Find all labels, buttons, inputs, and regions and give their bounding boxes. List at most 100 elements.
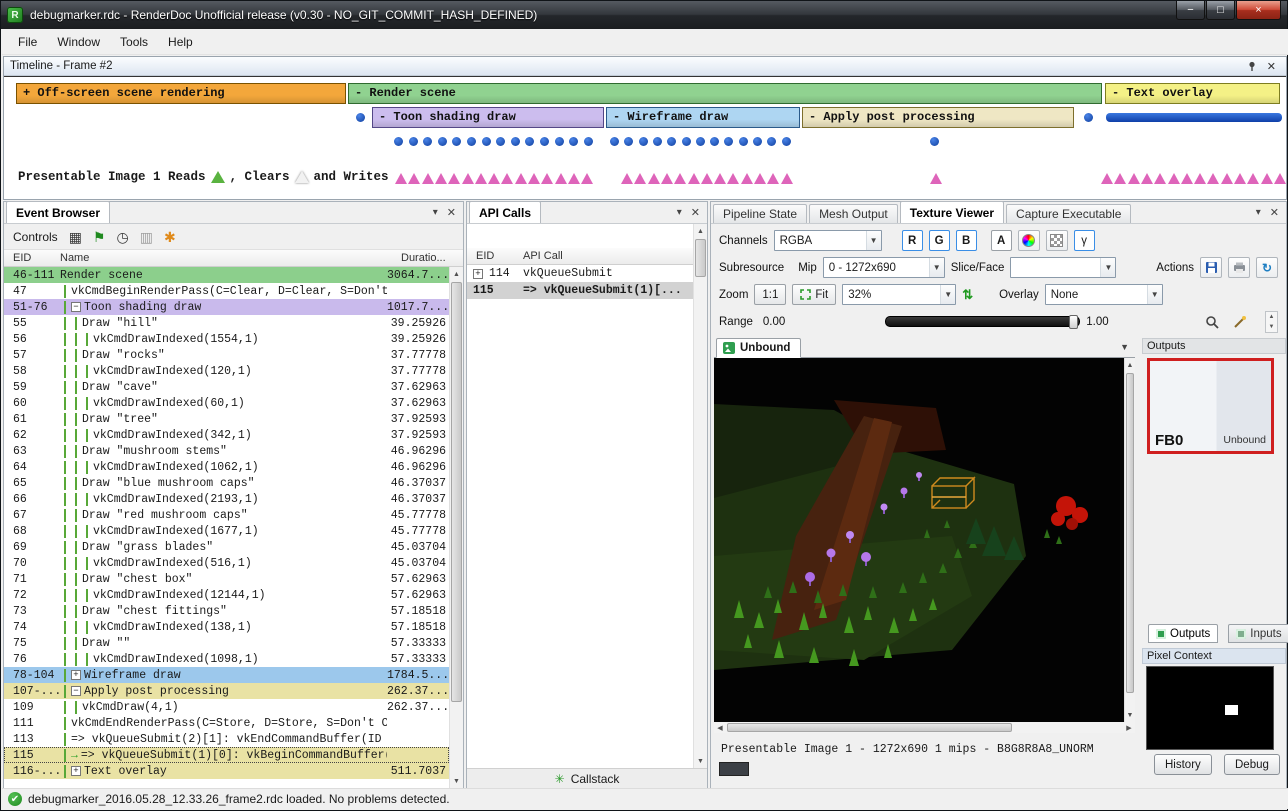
timeline-panel-header[interactable]: Timeline - Frame #2 ✕	[4, 57, 1286, 76]
event-row[interactable]: 67Draw "red mushroom caps"45.77778	[4, 507, 449, 523]
scrollbar-thumb[interactable]	[695, 239, 706, 277]
channel-alpha-button[interactable]: A	[991, 230, 1012, 251]
write-usage-triangle[interactable]	[661, 173, 673, 184]
controls-label[interactable]: Controls	[13, 230, 58, 244]
timeline-draw-dot[interactable]	[584, 137, 593, 146]
write-usage-triangle[interactable]	[754, 173, 766, 184]
write-usage-triangle[interactable]	[1114, 173, 1126, 184]
event-row[interactable]: 73Draw "chest fittings"57.18518	[4, 603, 449, 619]
timeline-draw-dot[interactable]	[653, 137, 662, 146]
timeline-marker-row1-0[interactable]: + Off-screen scene rendering	[16, 83, 346, 104]
gamma-button[interactable]: γ	[1074, 230, 1095, 251]
autofit-wand-icon[interactable]	[1229, 311, 1251, 332]
texture-preview-scene[interactable]	[714, 358, 1124, 722]
event-row[interactable]: 51-76−Toon shading draw1017.7...	[4, 299, 449, 315]
column-header-name[interactable]: Name	[60, 252, 401, 264]
write-usage-triangle[interactable]	[435, 173, 447, 184]
event-row[interactable]: 58vkCmdDrawIndexed(120,1)37.77778	[4, 363, 449, 379]
write-usage-triangle[interactable]	[422, 173, 434, 184]
write-usage-triangle[interactable]	[462, 173, 474, 184]
timeline-draw-dot[interactable]	[739, 137, 748, 146]
menu-item-file[interactable]: File	[8, 31, 47, 53]
event-row[interactable]: 113=> vkQueueSubmit(2)[1]: vkEndCommandB…	[4, 731, 449, 747]
scroll-up-icon[interactable]: ▲	[1125, 358, 1135, 372]
scrollbar-thumb[interactable]	[1126, 373, 1134, 693]
timeline-toggle-icon[interactable]: ▦	[69, 230, 82, 244]
flip-y-icon[interactable]: ⇅	[962, 287, 973, 303]
write-usage-triangle[interactable]	[448, 173, 460, 184]
write-usage-triangle[interactable]	[541, 173, 553, 184]
write-usage-triangle[interactable]	[930, 173, 942, 184]
write-usage-triangle[interactable]	[727, 173, 739, 184]
timeline-draw-dot[interactable]	[467, 137, 476, 146]
time-draws-icon[interactable]: ◷	[116, 230, 128, 244]
stats-icon[interactable]: ▥	[140, 230, 153, 244]
write-usage-triangle[interactable]	[528, 173, 540, 184]
event-row[interactable]: 70vkCmdDrawIndexed(516,1)45.03704	[4, 555, 449, 571]
write-usage-triangle[interactable]	[1221, 173, 1233, 184]
mip-dropdown[interactable]: 0 - 1272x690▼	[823, 257, 945, 278]
tab-mesh-output[interactable]: Mesh Output	[809, 204, 898, 223]
timeline-marker-row1-1[interactable]: - Render scene	[348, 83, 1102, 104]
expander-icon[interactable]: +	[473, 269, 483, 279]
event-row[interactable]: 56vkCmdDrawIndexed(1554,1)39.25926	[4, 331, 449, 347]
tab-api-calls[interactable]: API Calls	[469, 201, 541, 223]
timeline-draw-dot[interactable]	[423, 137, 432, 146]
timeline-draw-dot[interactable]	[569, 137, 578, 146]
timeline-draw-dot[interactable]	[624, 137, 633, 146]
zoom-value-dropdown[interactable]: 32%▼	[842, 284, 956, 305]
refresh-icon[interactable]: ↻	[1256, 257, 1278, 278]
texture-horizontal-scrollbar[interactable]: ◀ ▶	[714, 722, 1135, 733]
timeline-marker-row2-2[interactable]: - Apply post processing	[802, 107, 1074, 128]
write-usage-triangle[interactable]	[648, 173, 660, 184]
scroll-down-icon[interactable]: ▼	[1125, 708, 1135, 722]
close-button[interactable]: ×	[1236, 1, 1281, 20]
event-row[interactable]: 62vkCmdDrawIndexed(342,1)37.92593	[4, 427, 449, 443]
write-usage-triangle[interactable]	[581, 173, 593, 184]
api-call-row[interactable]: +114vkQueueSubmit	[467, 265, 707, 282]
timeline-event-bar[interactable]	[1106, 113, 1282, 122]
tab-texture-viewer[interactable]: Texture Viewer	[900, 201, 1004, 223]
alpha-background-icon[interactable]	[1046, 230, 1068, 251]
write-usage-triangle[interactable]	[1274, 173, 1286, 184]
event-row[interactable]: 46-111Render scene3064.7...	[4, 267, 449, 283]
write-usage-triangle[interactable]	[688, 173, 700, 184]
range-max-value[interactable]: 1.00	[1086, 316, 1108, 328]
custom-shader-icon[interactable]	[1018, 230, 1040, 251]
menu-item-window[interactable]: Window	[47, 31, 110, 53]
event-row[interactable]: 109vkCmdDraw(4,1)262.37...	[4, 699, 449, 715]
column-header-api-call[interactable]: API Call	[523, 250, 707, 262]
write-usage-triangle[interactable]	[781, 173, 793, 184]
timeline-close-icon[interactable]: ✕	[1267, 60, 1276, 73]
panel-close-icon[interactable]: ✕	[691, 206, 700, 219]
event-row[interactable]: 115→=> vkQueueSubmit(1)[0]: vkBeginComma…	[4, 747, 449, 763]
timeline-draw-dot[interactable]	[610, 137, 619, 146]
event-row[interactable]: 111vkCmdEndRenderPass(C=Store, D=Store, …	[4, 715, 449, 731]
timeline-draw-dot[interactable]	[639, 137, 648, 146]
write-usage-triangle[interactable]	[1128, 173, 1140, 184]
timeline-draw-dot[interactable]	[409, 137, 418, 146]
timeline-draw-dot[interactable]	[667, 137, 676, 146]
timeline-event-dot[interactable]	[356, 113, 365, 122]
zoom-1to1-button[interactable]: 1:1	[754, 284, 786, 305]
event-row[interactable]: 76vkCmdDrawIndexed(1098,1)57.33333	[4, 651, 449, 667]
timeline-marker-row1-2[interactable]: - Text overlay	[1105, 83, 1280, 104]
channel-red-button[interactable]: R	[902, 230, 923, 251]
fb0-thumbnail[interactable]: FB0 Unbound	[1147, 358, 1274, 454]
event-row[interactable]: 66vkCmdDrawIndexed(2193,1)46.37037	[4, 491, 449, 507]
write-usage-triangle[interactable]	[1154, 173, 1166, 184]
menu-item-tools[interactable]: Tools	[110, 31, 158, 53]
panel-dropdown-icon[interactable]: ▾	[1256, 207, 1261, 218]
event-row[interactable]: 69Draw "grass blades"45.03704	[4, 539, 449, 555]
column-header-eid[interactable]: EID	[467, 250, 523, 262]
event-row[interactable]: 63Draw "mushroom stems"46.96296	[4, 443, 449, 459]
timeline-draw-dot[interactable]	[782, 137, 791, 146]
write-usage-triangle[interactable]	[475, 173, 487, 184]
scroll-up-icon[interactable]: ▲	[694, 224, 707, 238]
write-usage-triangle[interactable]	[408, 173, 420, 184]
timeline-draw-dot[interactable]	[555, 137, 564, 146]
column-header-eid[interactable]: EID	[4, 252, 60, 264]
timeline-draw-dot[interactable]	[724, 137, 733, 146]
write-usage-triangle[interactable]	[714, 173, 726, 184]
tab-outputs[interactable]: Outputs	[1148, 624, 1218, 643]
